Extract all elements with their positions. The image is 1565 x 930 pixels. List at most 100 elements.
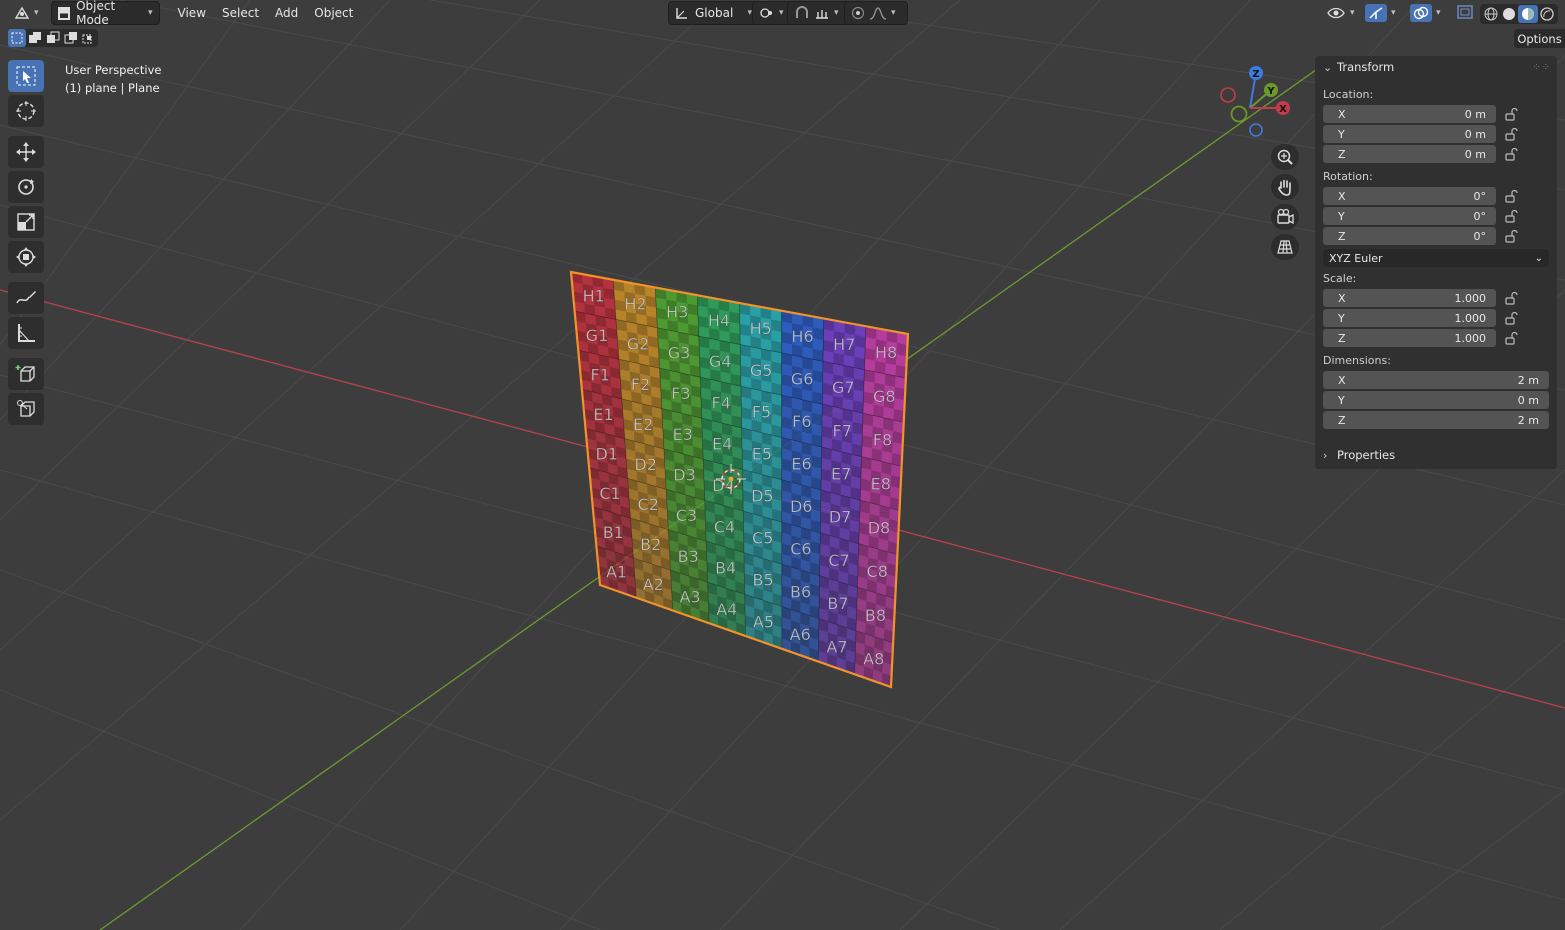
- shading-mode-group: [1480, 4, 1558, 24]
- select-intersect-button[interactable]: [80, 29, 98, 47]
- scale-label: Scale:: [1323, 272, 1357, 285]
- plane-cell-label: B7: [827, 594, 848, 613]
- tool-move[interactable]: [8, 136, 44, 168]
- material-preview-icon[interactable]: [1518, 5, 1538, 23]
- tool-knife-cube[interactable]: [8, 393, 44, 425]
- menu-select[interactable]: Select: [214, 2, 267, 24]
- unlock-icon[interactable]: [1496, 311, 1526, 325]
- snap-magnet-icon: [796, 6, 808, 18]
- pan-button[interactable]: [1271, 174, 1299, 200]
- tool-add-cube[interactable]: [8, 358, 44, 390]
- plane-subcell: [864, 369, 875, 383]
- plane-cell-label: E7: [831, 465, 851, 484]
- object-mode-icon: [57, 6, 71, 20]
- plane-subcell: [862, 413, 874, 427]
- plane-cell-label: G1: [586, 326, 609, 345]
- plane-subcell: [812, 327, 824, 340]
- pivot-icon: [760, 8, 772, 18]
- transform-panel-header[interactable]: ⌄ Transform ⁘⁘: [1315, 56, 1557, 78]
- location-x-field[interactable]: X 0 m: [1323, 105, 1496, 123]
- gizmo-toggle[interactable]: ▾: [1365, 4, 1396, 22]
- scale-y-field[interactable]: Y 1.000: [1323, 309, 1496, 327]
- tool-annotate[interactable]: [8, 282, 44, 314]
- scale-x-field[interactable]: X 1.000: [1323, 289, 1496, 307]
- plane-cell-label: G6: [791, 369, 814, 388]
- scale-icon: [17, 213, 35, 231]
- rotation-y-field[interactable]: Y 0°: [1323, 207, 1496, 225]
- solid-shading-icon[interactable]: [1500, 6, 1518, 22]
- tool-rotate[interactable]: [8, 171, 44, 203]
- zoom-button[interactable]: [1271, 144, 1299, 170]
- plane-cell-label: C3: [676, 506, 697, 525]
- rotation-x-field[interactable]: X 0°: [1323, 187, 1496, 205]
- tool-select-box[interactable]: [8, 60, 44, 92]
- rendered-shading-icon[interactable]: [1538, 6, 1556, 22]
- navigation-gizmo[interactable]: Z Y X: [1212, 62, 1302, 142]
- transform-orientation-selector[interactable]: Global ▾: [668, 1, 759, 25]
- unlock-icon[interactable]: [1496, 331, 1526, 345]
- axis-label: Y: [1338, 209, 1345, 223]
- plane-cell-label: B2: [640, 535, 661, 554]
- gizmo-neg-x-icon[interactable]: [1220, 87, 1236, 103]
- mode-selector[interactable]: Object Mode ▾: [50, 0, 160, 27]
- tool-cursor[interactable]: [8, 95, 44, 127]
- select-subtract-button[interactable]: [44, 29, 62, 47]
- location-y-field[interactable]: Y 0 m: [1323, 125, 1496, 143]
- unlock-icon[interactable]: [1496, 291, 1526, 305]
- plane-cell-label: B5: [753, 570, 774, 589]
- dimensions-z-field[interactable]: Z 2 m: [1323, 411, 1549, 429]
- dimensions-y-field[interactable]: Y 0 m: [1323, 391, 1549, 409]
- rotation-mode-dropdown[interactable]: XYZ Euler ⌄: [1323, 249, 1549, 267]
- plane-cell-label: E1: [593, 405, 613, 424]
- plane-cell-label: G2: [627, 335, 650, 354]
- unlock-icon[interactable]: [1496, 107, 1526, 121]
- plane-cell-label: A5: [753, 612, 774, 631]
- tool-scale[interactable]: [8, 206, 44, 238]
- sidebar-transform-panel: ⌄ Transform ⁘⁘ Location: X 0 m Y 0 m Z 0 m Ro…: [1315, 56, 1557, 469]
- camera-view-button[interactable]: [1271, 204, 1299, 230]
- perspective-toggle-button[interactable]: [1271, 234, 1299, 260]
- plane-cell-label: A2: [643, 575, 664, 594]
- location-row: Y 0 m: [1323, 124, 1557, 144]
- plane-cell-label: D2: [634, 455, 657, 474]
- options-tab[interactable]: Options: [1514, 29, 1565, 48]
- plane-cell-label: E3: [673, 425, 693, 444]
- location-z-field[interactable]: Z 0 m: [1323, 145, 1496, 163]
- proportional-editing-controls[interactable]: ▾: [844, 1, 908, 25]
- scale-row: X 1.000: [1323, 288, 1557, 308]
- tool-transform[interactable]: [8, 241, 44, 273]
- scale-z-field[interactable]: Z 1.000: [1323, 329, 1496, 347]
- unlock-icon[interactable]: [1496, 229, 1526, 243]
- unlock-icon[interactable]: [1496, 147, 1526, 161]
- unlock-icon[interactable]: [1496, 189, 1526, 203]
- tool-shelf: [8, 60, 48, 428]
- overlays-toggle[interactable]: ▾: [1410, 4, 1441, 22]
- rotation-z-field[interactable]: Z 0°: [1323, 227, 1496, 245]
- editor-type-button[interactable]: ▾: [8, 2, 45, 24]
- select-difference-button[interactable]: [62, 29, 80, 47]
- gizmo-neg-y-icon[interactable]: [1230, 105, 1248, 123]
- menu-add[interactable]: Add: [267, 2, 306, 24]
- wireframe-shading-icon[interactable]: [1482, 6, 1500, 22]
- menu-view[interactable]: View: [170, 2, 214, 24]
- select-extend-button[interactable]: [26, 29, 44, 47]
- drag-handle-icon[interactable]: ⁘⁘: [1532, 62, 1551, 73]
- visibility-selector[interactable]: ▾: [1326, 4, 1355, 22]
- unlock-icon[interactable]: [1496, 127, 1526, 141]
- gizmo-neg-z-icon[interactable]: [1249, 123, 1263, 137]
- chevron-down-icon: ▾: [834, 8, 839, 18]
- select-new-button[interactable]: [8, 29, 26, 47]
- menu-object[interactable]: Object: [306, 2, 361, 24]
- plane-cell-label: B4: [715, 559, 736, 578]
- xray-toggle[interactable]: [1456, 4, 1474, 20]
- tool-measure[interactable]: [8, 317, 44, 349]
- properties-title: Properties: [1337, 448, 1396, 462]
- plane-subcell: [771, 319, 782, 332]
- dimensions-x-field[interactable]: X 2 m: [1323, 371, 1549, 389]
- orientation-label: Global: [695, 6, 734, 20]
- plane-subcell: [843, 365, 855, 379]
- annotate-icon: [16, 291, 36, 304]
- properties-panel-header[interactable]: › Properties: [1315, 444, 1557, 466]
- unlock-icon[interactable]: [1496, 209, 1526, 223]
- axis-label: X: [1338, 291, 1346, 305]
